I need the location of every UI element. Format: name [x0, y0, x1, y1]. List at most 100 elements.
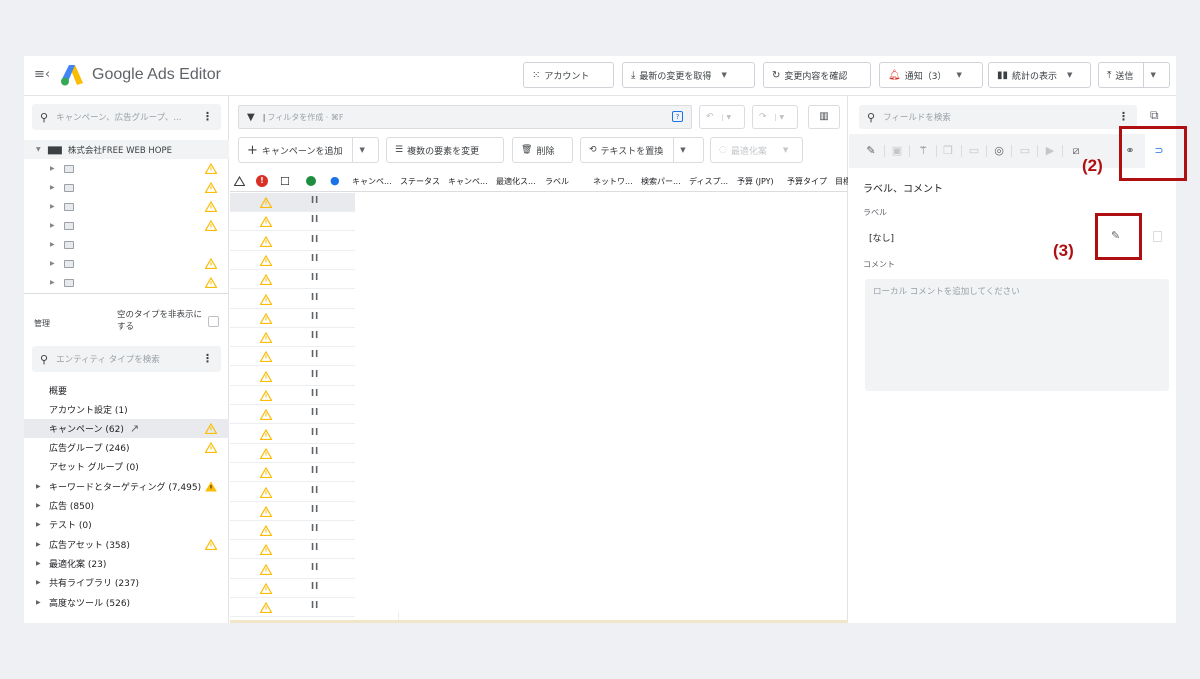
expand-right-icon[interactable]: ▶ — [50, 203, 60, 210]
column-header[interactable]: ディスプ... — [689, 176, 735, 187]
get-recent-changes-button[interactable]: ⤓ 最新の変更を取得 ▼ — [622, 62, 755, 88]
expand-right-icon[interactable]: ▶ — [50, 184, 60, 191]
column-header[interactable]: 目標 — [835, 176, 848, 187]
chevron-down-icon[interactable]: ▼ — [352, 138, 365, 162]
tab-chat-icon[interactable]: ▭ — [1017, 143, 1033, 159]
hide-empty-types-checkbox[interactable] — [208, 316, 219, 327]
table-row[interactable]: ll — [230, 405, 355, 425]
table-row[interactable]: ll — [230, 232, 355, 251]
column-header[interactable]: 予算 (JPY) — [737, 176, 785, 187]
column-header[interactable]: キャンペ... — [352, 176, 397, 187]
table-row[interactable]: ll — [230, 425, 355, 444]
table-row[interactable]: ll — [230, 502, 355, 521]
column-header[interactable]: ステータス — [400, 176, 446, 187]
entity-ads[interactable]: ▶ 広告 (850) — [24, 496, 229, 515]
expand-right-icon[interactable]: ▶ — [36, 579, 49, 586]
tree-campaign-row[interactable]: ▶ — [24, 159, 229, 178]
table-row[interactable]: ll — [230, 560, 355, 579]
post-button[interactable]: ⤒ 送信 ▼ — [1098, 62, 1170, 88]
table-row[interactable]: ll — [230, 598, 355, 618]
more-options-icon[interactable]: ⋮ — [202, 352, 213, 365]
table-row[interactable]: ll — [230, 386, 355, 405]
tab-magic-wand-icon[interactable]: ⚚ — [915, 143, 931, 159]
tab-image-icon[interactable]: ▣ — [889, 143, 905, 159]
table-row[interactable]: ll — [230, 193, 355, 212]
tree-campaign-row[interactable]: ▶ — [24, 216, 229, 235]
review-changes-button[interactable]: ↻ 変更内容を確認 — [763, 62, 871, 88]
expand-right-icon[interactable]: ▶ — [50, 260, 60, 267]
table-row[interactable]: ll — [230, 328, 355, 348]
entity-asset-groups[interactable]: アセット グループ (0) — [24, 457, 229, 476]
tab-video-icon[interactable]: ▶ — [1042, 143, 1058, 159]
entity-experiments[interactable]: ▶ テスト (0) — [24, 515, 229, 534]
collapse-menu-icon[interactable]: ≡‹ — [34, 68, 50, 82]
expand-right-icon[interactable]: ▶ — [36, 599, 49, 606]
entity-shared-library[interactable]: ▶ 共有ライブラリ (237) — [24, 573, 229, 592]
comment-textarea[interactable]: ローカル コメントを追加してください — [865, 279, 1169, 391]
table-row[interactable]: ll — [230, 444, 355, 463]
table-row[interactable]: ll — [230, 290, 355, 309]
table-row[interactable]: ll — [230, 347, 355, 367]
table-row[interactable]: ll — [230, 483, 355, 502]
multi-change-button[interactable]: ☰ 複数の要素を変更 — [386, 137, 504, 163]
chevron-down-icon[interactable]: ▼ — [1143, 63, 1156, 87]
expand-right-icon[interactable]: ▶ — [36, 502, 49, 509]
tree-campaign-row[interactable]: ▶ — [24, 197, 229, 216]
expand-right-icon[interactable]: ▶ — [36, 483, 49, 490]
table-row[interactable]: ll — [230, 579, 355, 598]
entity-ad-groups[interactable]: 広告グループ (246) — [24, 438, 229, 457]
table-row[interactable]: ll — [230, 309, 355, 328]
warning-column-icon[interactable] — [234, 176, 245, 186]
copy-icon[interactable] — [1153, 231, 1162, 242]
comment-column-icon[interactable]: ☐ — [280, 175, 290, 188]
tab-target-icon[interactable]: ◎ — [991, 143, 1007, 159]
table-row[interactable]: ll — [230, 463, 355, 483]
filter-input[interactable]: ▼ | フィルタを作成 · ⌘F ? — [238, 105, 692, 129]
account-button[interactable]: ⁙ アカウント — [523, 62, 614, 88]
notifications-button[interactable]: 🔔︎ 通知（3） ▼ — [879, 62, 983, 88]
horizontal-scrollbar[interactable] — [230, 620, 848, 623]
tree-search-input[interactable]: ⚲ キャンペーン、広告グループ、... ⋮ — [32, 104, 221, 130]
entity-campaigns[interactable]: キャンペーン (62) ↗ — [24, 419, 229, 438]
table-row[interactable]: ll — [230, 367, 355, 386]
column-header[interactable]: ラベル — [545, 176, 591, 187]
error-column-icon[interactable]: ! — [256, 175, 268, 187]
expand-right-icon[interactable]: ▶ — [36, 541, 49, 548]
entity-keywords-targeting[interactable]: ▶ キーワードとターゲティング (7,495) — [24, 477, 229, 496]
redo-button[interactable]: ↷ ▼ — [752, 105, 798, 129]
table-row[interactable]: ll — [230, 521, 355, 541]
column-header[interactable]: 予算タイプ — [787, 176, 833, 187]
table-row[interactable]: ll — [230, 270, 355, 290]
expand-right-icon[interactable]: ▶ — [36, 521, 49, 528]
tree-account-row[interactable]: ▼ ▆▆ 株式会社FREE WEB HOPE — [24, 140, 229, 159]
tab-message-icon[interactable]: ▭ — [966, 143, 982, 159]
tree-campaign-row[interactable]: ▶ — [24, 273, 229, 292]
columns-button[interactable]: ▥ — [808, 105, 840, 129]
more-options-icon[interactable]: ⋮ — [1118, 110, 1129, 123]
tree-campaign-row[interactable]: ▶ — [24, 235, 229, 254]
open-external-icon[interactable]: ↗ — [130, 422, 139, 435]
add-campaign-button[interactable]: + キャンペーンを追加 ▼ — [238, 137, 379, 163]
entity-ad-assets[interactable]: ▶ 広告アセット (358) — [24, 535, 229, 554]
chevron-down-icon[interactable]: ▼ — [956, 71, 961, 79]
entity-recommendations[interactable]: ▶ 最適化案 (23) — [24, 554, 229, 573]
chevron-down-icon[interactable]: ▼ — [721, 71, 726, 79]
help-icon[interactable]: ? — [672, 111, 683, 122]
expand-right-icon[interactable]: ▶ — [36, 560, 49, 567]
column-header[interactable]: キャンペ... — [448, 176, 494, 187]
view-stats-button[interactable]: ▮▮ 統計の表示 ▼ — [988, 62, 1091, 88]
expand-right-icon[interactable]: ▶ — [50, 165, 60, 172]
popout-icon[interactable]: ⧉ — [1150, 108, 1159, 123]
expand-right-icon[interactable]: ▶ — [50, 241, 60, 248]
entity-account-settings[interactable]: アカウント設定 (1) — [24, 400, 229, 419]
field-search-input[interactable]: ⚲ フィールドを検索 ⋮ — [859, 105, 1137, 129]
chevron-down-icon[interactable]: ▼ — [777, 138, 788, 162]
table-row[interactable]: ll — [230, 251, 355, 270]
undo-button[interactable]: ↶ ▼ — [699, 105, 745, 129]
replace-text-button[interactable]: ⟲ テキストを置換 ▼ — [580, 137, 704, 163]
more-options-icon[interactable]: ⋮ — [202, 110, 213, 123]
status-column-icon[interactable] — [306, 176, 316, 186]
delete-button[interactable]: 🗑︎ 削除 — [512, 137, 573, 163]
entity-advanced-tools[interactable]: ▶ 高度なツール (526) — [24, 593, 229, 612]
tree-campaign-row[interactable]: ▶ — [24, 178, 229, 197]
